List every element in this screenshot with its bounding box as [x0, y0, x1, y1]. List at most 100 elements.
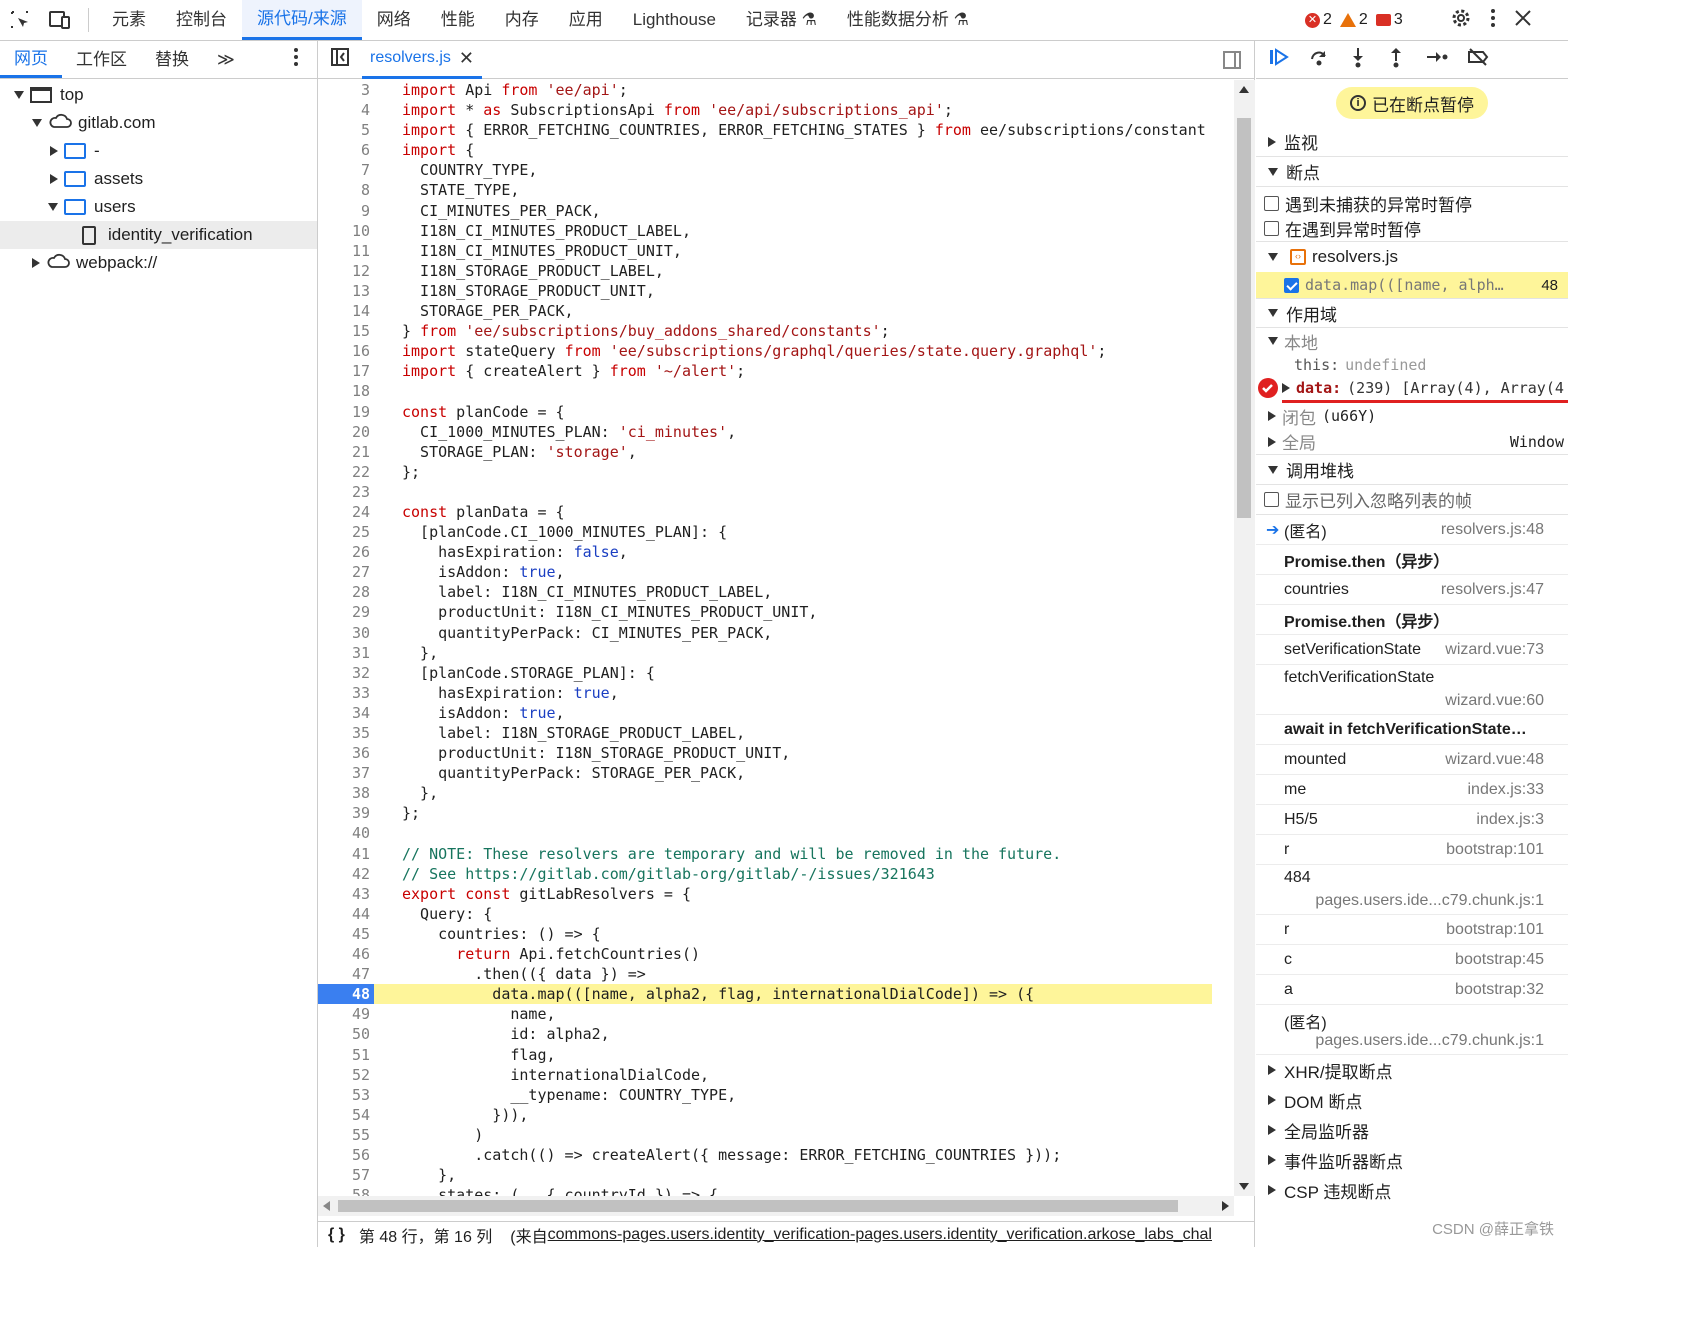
- frame-location[interactable]: bootstrap:45: [1455, 951, 1544, 969]
- toggle-debugger-icon[interactable]: [1222, 50, 1242, 75]
- code-line[interactable]: 19 const planCode = {: [318, 402, 1234, 422]
- line-number[interactable]: 52: [318, 1065, 374, 1085]
- line-number[interactable]: 51: [318, 1045, 374, 1065]
- frame-location[interactable]: bootstrap:101: [1446, 841, 1544, 859]
- call-frame[interactable]: r bootstrap:101: [1256, 835, 1568, 865]
- code-line[interactable]: 40: [318, 823, 1234, 843]
- code-line[interactable]: 26 hasExpiration: false,: [318, 542, 1234, 562]
- scroll-up-icon[interactable]: [1239, 86, 1249, 93]
- code-line[interactable]: 22};: [318, 462, 1234, 482]
- line-number[interactable]: 17: [318, 361, 374, 381]
- call-frame[interactable]: me index.js:33: [1256, 775, 1568, 805]
- scroll-right-icon[interactable]: [1222, 1201, 1229, 1211]
- line-number[interactable]: 57: [318, 1165, 374, 1185]
- scope-global[interactable]: 全局 Window: [1256, 429, 1568, 455]
- code-line[interactable]: 33 hasExpiration: true,: [318, 683, 1234, 703]
- horizontal-scrollbar[interactable]: [318, 1196, 1234, 1216]
- tree-item-domain[interactable]: webpack://: [0, 249, 317, 277]
- call-frame[interactable]: a bootstrap:32: [1256, 975, 1568, 1005]
- code-line[interactable]: 53 __typename: COUNTRY_TYPE,: [318, 1085, 1234, 1105]
- code-line[interactable]: 45 countries: () => {: [318, 924, 1234, 944]
- resume-icon[interactable]: [1268, 47, 1290, 72]
- line-number[interactable]: 15: [318, 321, 374, 341]
- device-toolbar-icon[interactable]: [40, 0, 80, 40]
- line-number[interactable]: 47: [318, 964, 374, 984]
- call-frame[interactable]: Promise.then（异步）: [1256, 605, 1568, 635]
- line-number[interactable]: 55: [318, 1125, 374, 1145]
- call-frame[interactable]: await in fetchVerificationState…: [1256, 715, 1568, 745]
- code-line[interactable]: 14 STORAGE_PER_PACK,: [318, 301, 1234, 321]
- line-number[interactable]: 9: [318, 201, 374, 221]
- checkbox[interactable]: [1264, 221, 1279, 236]
- pretty-print-icon[interactable]: { }: [328, 1226, 345, 1244]
- line-number[interactable]: 16: [318, 341, 374, 361]
- line-number[interactable]: 31: [318, 643, 374, 663]
- checkbox[interactable]: [1264, 195, 1279, 211]
- panel-tab[interactable]: 网络: [362, 0, 426, 40]
- line-number[interactable]: 26: [318, 542, 374, 562]
- frame-location[interactable]: wizard.vue:73: [1445, 641, 1544, 659]
- call-frame[interactable]: c bootstrap:45: [1256, 945, 1568, 975]
- more-options-icon[interactable]: [1490, 8, 1496, 33]
- line-number[interactable]: 38: [318, 783, 374, 803]
- section-scope[interactable]: 作用域: [1256, 298, 1568, 328]
- line-number[interactable]: 28: [318, 582, 374, 602]
- code-line[interactable]: 49 name,: [318, 1004, 1234, 1024]
- code-line[interactable]: 4 import * as SubscriptionsApi from 'ee/a…: [318, 100, 1234, 120]
- code-line[interactable]: 11 I18N_CI_MINUTES_PRODUCT_UNIT,: [318, 241, 1234, 261]
- line-number[interactable]: 32: [318, 663, 374, 683]
- line-number[interactable]: 46: [318, 944, 374, 964]
- line-number[interactable]: 33: [318, 683, 374, 703]
- line-number[interactable]: 44: [318, 904, 374, 924]
- tab-workspace[interactable]: 工作区: [62, 42, 141, 78]
- frame-location[interactable]: wizard.vue:60: [1445, 692, 1544, 710]
- line-number[interactable]: 8: [318, 180, 374, 200]
- scope-data[interactable]: data: (239) [Array(4), Array(4: [1256, 376, 1568, 400]
- code-view[interactable]: 3 import Api from 'ee/api'; 4 import * as S…: [318, 80, 1234, 1196]
- code-line[interactable]: 15} from 'ee/subscriptions/buy_addons_sh…: [318, 321, 1234, 341]
- line-number[interactable]: 41: [318, 844, 374, 864]
- line-number[interactable]: 43: [318, 884, 374, 904]
- vertical-scrollbar[interactable]: [1234, 80, 1255, 1196]
- section-1[interactable]: DOM 断点: [1256, 1085, 1568, 1115]
- code-line[interactable]: 36 productUnit: I18N_STORAGE_PRODUCT_UNI…: [318, 743, 1234, 763]
- gear-icon[interactable]: [1450, 7, 1472, 34]
- navigator-menu-icon[interactable]: [293, 47, 299, 72]
- line-number[interactable]: 39: [318, 803, 374, 823]
- breakpoint-line[interactable]: 48 data.map(([name, alpha2, flag, intern…: [318, 984, 1234, 1005]
- code-line[interactable]: 52 internationalDialCode,: [318, 1065, 1234, 1085]
- call-frame[interactable]: r bootstrap:101: [1256, 915, 1568, 945]
- frame-location[interactable]: index.js:33: [1468, 781, 1545, 799]
- line-number[interactable]: 58: [318, 1185, 374, 1196]
- call-frame[interactable]: ➔ (匿名) resolvers.js:48: [1256, 515, 1568, 545]
- section-watch[interactable]: 监视: [1256, 127, 1568, 157]
- line-number[interactable]: 21: [318, 442, 374, 462]
- panel-tab[interactable]: 内存: [490, 0, 554, 40]
- line-number[interactable]: 53: [318, 1085, 374, 1105]
- line-number[interactable]: 34: [318, 703, 374, 723]
- code-line[interactable]: 7 COUNTRY_TYPE,: [318, 160, 1234, 180]
- code-line[interactable]: 43 export const gitLabResolvers = {: [318, 884, 1234, 904]
- code-line[interactable]: 20 CI_1000_MINUTES_PLAN: 'ci_minutes',: [318, 422, 1234, 442]
- frame-location[interactable]: wizard.vue:48: [1445, 751, 1544, 769]
- code-line[interactable]: 41 // NOTE: These resolvers are temporary…: [318, 844, 1234, 864]
- line-number[interactable]: 20: [318, 422, 374, 442]
- code-line[interactable]: 32 [planCode.STORAGE_PLAN]: {: [318, 663, 1234, 683]
- code-line[interactable]: 37 quantityPerPack: STORAGE_PER_PACK,: [318, 763, 1234, 783]
- call-frame[interactable]: countries resolvers.js:47: [1256, 575, 1568, 605]
- scope-local[interactable]: 本地: [1256, 328, 1568, 354]
- code-line[interactable]: 55 ): [318, 1125, 1234, 1145]
- pause-uncaught-checkbox[interactable]: 遇到未捕获的异常时暂停: [1256, 190, 1568, 216]
- frame-location[interactable]: resolvers.js:47: [1441, 581, 1544, 599]
- scroll-thumb[interactable]: [1237, 118, 1251, 518]
- tree-item-folder[interactable]: assets: [0, 165, 317, 193]
- code-line[interactable]: 5 import { ERROR_FETCHING_COUNTRIES, ERRO…: [318, 120, 1234, 140]
- section-breakpoints[interactable]: 断点: [1256, 157, 1568, 187]
- tree-item-domain[interactable]: gitlab.com: [0, 109, 317, 137]
- frame-location[interactable]: bootstrap:101: [1446, 921, 1544, 939]
- step-out-icon[interactable]: [1386, 46, 1406, 73]
- breakpoint-item[interactable]: data.map(([name, alph… 48: [1256, 272, 1568, 298]
- close-icon[interactable]: [1514, 9, 1532, 32]
- line-number[interactable]: 50: [318, 1024, 374, 1044]
- code-line[interactable]: 54 })),: [318, 1105, 1234, 1125]
